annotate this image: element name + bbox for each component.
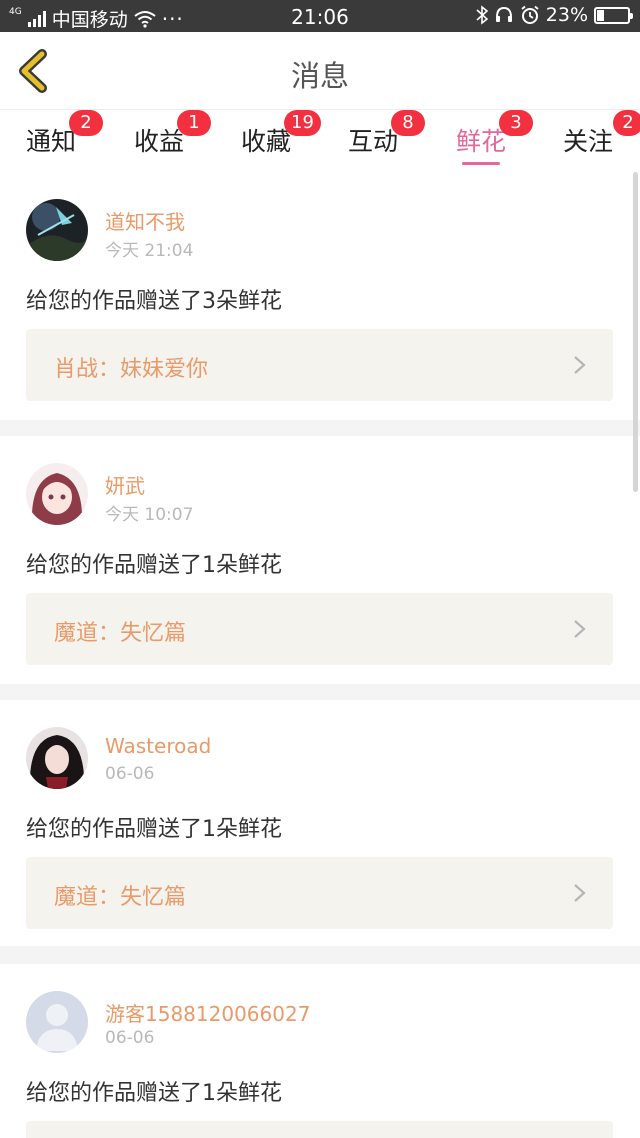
avatar[interactable]	[26, 199, 88, 261]
unread-badge: 2	[69, 110, 103, 136]
chevron-right-icon	[574, 884, 586, 902]
tab-label: 收益	[134, 127, 185, 156]
chevron-right-icon	[574, 620, 586, 638]
list-item: 妍武 今天 10:07 给您的作品赠送了1朵鲜花 魔道：失忆篇	[0, 436, 640, 684]
tab-label: 通知	[26, 127, 77, 156]
username[interactable]: 道知不我	[105, 206, 185, 235]
unread-badge: 1	[177, 110, 211, 136]
tab-earnings[interactable]: 收益 1	[134, 110, 211, 158]
status-bar: 4G 中国移动 ··· 21:06 23%	[0, 0, 640, 32]
tab-label: 关注	[563, 127, 614, 156]
tab-bar: 通知 2 收益 1 收藏 19 互动 8 鲜花 3 关注 2	[0, 110, 640, 172]
work-title: 肖战：妹妹爱你	[54, 357, 209, 382]
header: 消息	[0, 32, 640, 110]
tab-follows[interactable]: 关注 2	[563, 110, 640, 158]
unread-badge: 2	[613, 110, 640, 136]
message-text: 给您的作品赠送了1朵鲜花	[26, 817, 282, 842]
bluetooth-icon	[476, 5, 488, 25]
username[interactable]: 妍武	[105, 470, 145, 499]
tab-interactions[interactable]: 互动 8	[348, 110, 425, 158]
list-item: Wasteroad 06-06 给您的作品赠送了1朵鲜花 魔道：失忆篇	[0, 700, 640, 946]
tab-favorites[interactable]: 收藏 19	[241, 110, 321, 158]
work-title: 魔道：失忆篇	[54, 621, 187, 646]
username[interactable]: Wasteroad	[105, 734, 211, 758]
scrollbar[interactable]	[633, 172, 638, 492]
battery-icon	[594, 6, 633, 24]
tab-label: 互动	[348, 127, 399, 156]
tab-flowers[interactable]: 鲜花 3	[456, 110, 533, 165]
chevron-right-icon	[574, 356, 586, 374]
username[interactable]: 游客1588120066027	[105, 998, 310, 1027]
work-link[interactable]: 肖战：妹妹爱你	[26, 329, 613, 401]
work-link[interactable]	[26, 1121, 613, 1138]
message-text: 给您的作品赠送了1朵鲜花	[26, 553, 282, 578]
unread-badge: 19	[284, 110, 321, 136]
avatar[interactable]	[26, 727, 88, 789]
alarm-icon	[521, 5, 539, 24]
message-list[interactable]: 道知不我 今天 21:04 给您的作品赠送了3朵鲜花 肖战：妹妹爱你 妍武 今天…	[0, 172, 640, 1138]
unread-badge: 8	[391, 110, 425, 136]
avatar[interactable]	[26, 991, 88, 1053]
page-title: 消息	[290, 59, 349, 93]
message-text: 给您的作品赠送了1朵鲜花	[26, 1081, 282, 1106]
work-link[interactable]: 魔道：失忆篇	[26, 857, 613, 929]
active-tab-indicator	[462, 162, 501, 165]
avatar[interactable]	[26, 463, 88, 525]
headset-icon	[495, 6, 512, 22]
battery-percent: 23%	[545, 4, 588, 26]
tab-notifications[interactable]: 通知 2	[26, 110, 103, 158]
tab-label: 鲜花	[456, 127, 507, 156]
list-item: 游客1588120066027 06-06 给您的作品赠送了1朵鲜花	[0, 964, 640, 1138]
work-title: 魔道：失忆篇	[54, 885, 187, 910]
work-link[interactable]: 魔道：失忆篇	[26, 593, 613, 665]
timestamp: 今天 10:07	[105, 505, 194, 525]
list-item: 道知不我 今天 21:04 给您的作品赠送了3朵鲜花 肖战：妹妹爱你	[0, 172, 640, 420]
timestamp: 06-06	[105, 764, 155, 784]
timestamp: 06-06	[105, 1028, 155, 1048]
unread-badge: 3	[499, 110, 533, 136]
tab-label: 收藏	[241, 127, 292, 156]
timestamp: 今天 21:04	[105, 241, 194, 261]
message-text: 给您的作品赠送了3朵鲜花	[26, 289, 282, 314]
